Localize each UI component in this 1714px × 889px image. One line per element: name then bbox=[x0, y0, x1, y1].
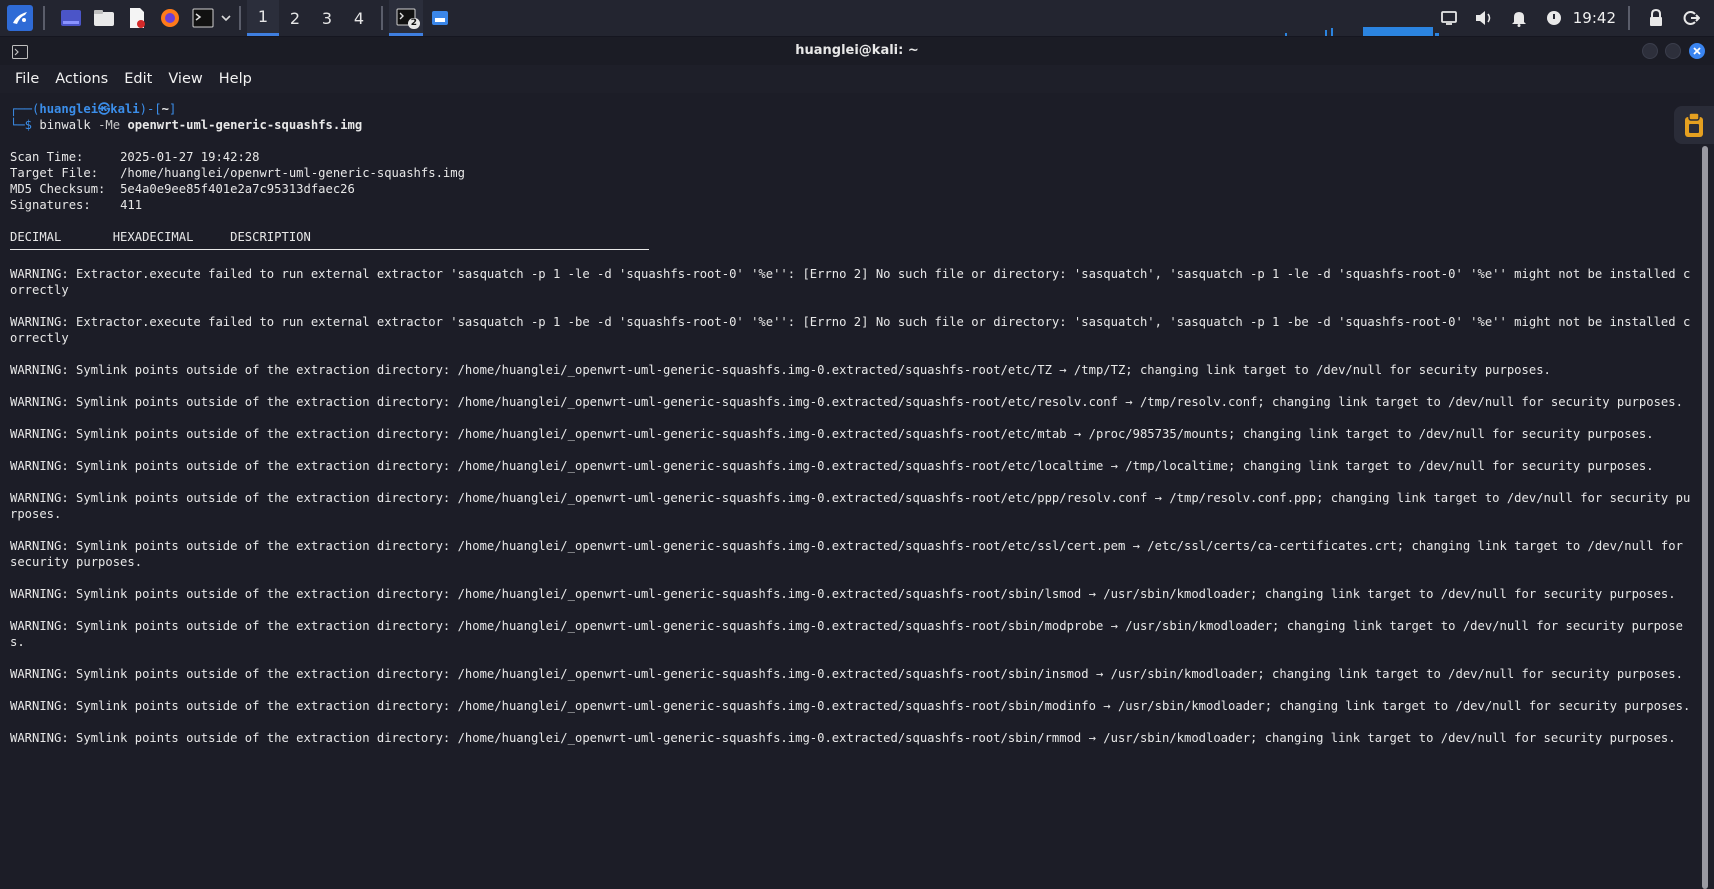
prompt-dollar: └─$ bbox=[10, 118, 33, 132]
taskbar-terminal-button[interactable]: 2 bbox=[389, 0, 423, 36]
menu-file[interactable]: File bbox=[7, 71, 47, 87]
warning-line: WARNING: Symlink points outside of the e… bbox=[10, 459, 1654, 473]
command-line: └─$ binwalk -Me openwrt-uml-generic-squa… bbox=[10, 117, 1690, 133]
prompt-bracket-close: ] bbox=[168, 102, 177, 116]
workspace-4[interactable]: 4 bbox=[343, 0, 375, 36]
window-count-badge: 2 bbox=[407, 18, 420, 29]
prompt-separator: )-[ bbox=[139, 102, 162, 116]
warning-line: WARNING: Symlink points outside of the e… bbox=[10, 395, 1683, 409]
header-divider bbox=[10, 249, 649, 250]
warning-line: WARNING: Extractor.execute failed to run… bbox=[10, 315, 1691, 345]
command-flags: -Me bbox=[98, 118, 121, 132]
info-row: Signatures: 411 bbox=[10, 197, 1690, 213]
info-label: Signatures: bbox=[10, 198, 121, 212]
info-label: Scan Time: bbox=[10, 150, 121, 164]
chevron-down-icon[interactable] bbox=[219, 5, 233, 31]
top-panel: 1 2 3 4 2 19:42 bbox=[0, 0, 1714, 37]
menu-help[interactable]: Help bbox=[211, 71, 260, 87]
warning-line: WARNING: Symlink points outside of the e… bbox=[10, 667, 1683, 681]
prompt-user: huanglei㉿kali bbox=[39, 102, 140, 116]
network-graph-icon bbox=[1285, 27, 1439, 36]
clipboard-icon bbox=[1685, 112, 1703, 137]
prompt-box-start: ┌──( bbox=[10, 102, 40, 116]
firefox-icon[interactable] bbox=[157, 5, 183, 31]
info-label: Target File: bbox=[10, 166, 121, 180]
bell-icon[interactable] bbox=[1506, 5, 1532, 31]
window-titlebar[interactable]: huanglei@kali: ~ bbox=[0, 37, 1714, 65]
panel-separator bbox=[381, 6, 383, 30]
info-value: 5e4a0e9ee85f401e2a7c95313dfaec26 bbox=[120, 182, 355, 196]
info-value: 411 bbox=[120, 198, 143, 212]
maximize-button[interactable] bbox=[1665, 43, 1681, 59]
warning-line: WARNING: Extractor.execute failed to run… bbox=[10, 267, 1691, 297]
warning-line: WARNING: Symlink points outside of the e… bbox=[10, 363, 1551, 377]
text-editor-icon[interactable] bbox=[124, 5, 150, 31]
info-row: Scan Time: 2025-01-27 19:42:28 bbox=[10, 149, 1690, 165]
menu-actions[interactable]: Actions bbox=[47, 71, 116, 87]
panel-separator bbox=[43, 6, 45, 30]
app-window-icon bbox=[432, 11, 448, 25]
info-value: 2025-01-27 19:42:28 bbox=[120, 150, 260, 164]
power-icon[interactable] bbox=[1541, 5, 1567, 31]
info-row: Target File: /home/huanglei/openwrt-uml-… bbox=[10, 165, 1690, 181]
panel-separator bbox=[1628, 6, 1630, 30]
info-value: /home/huanglei/openwrt-uml-generic-squas… bbox=[120, 166, 465, 180]
warning-line: WARNING: Symlink points outside of the e… bbox=[10, 699, 1691, 713]
terminal-icon[interactable] bbox=[190, 5, 216, 31]
window-title: huanglei@kali: ~ bbox=[795, 43, 919, 58]
taskbar-app-button[interactable] bbox=[423, 0, 457, 36]
system-tray: 19:42 bbox=[1427, 0, 1714, 36]
info-row: MD5 Checksum: 5e4a0e9ee85f401e2a7c95313d… bbox=[10, 181, 1690, 197]
terminal-scrollbar[interactable] bbox=[1702, 146, 1708, 889]
terminal-output[interactable]: ┌──(huanglei㉿kali)-[~] └─$ binwalk -Me o… bbox=[0, 93, 1700, 889]
volume-icon[interactable] bbox=[1471, 5, 1497, 31]
close-button[interactable] bbox=[1689, 43, 1705, 59]
menu-view[interactable]: View bbox=[160, 71, 210, 87]
minimize-button[interactable] bbox=[1642, 43, 1658, 59]
info-label: MD5 Checksum: bbox=[10, 182, 121, 196]
close-icon bbox=[1693, 47, 1701, 55]
warning-line: WARNING: Symlink points outside of the e… bbox=[10, 587, 1676, 601]
warning-line: WARNING: Symlink points outside of the e… bbox=[10, 619, 1683, 649]
menu-bar: File Actions Edit View Help bbox=[0, 65, 1714, 93]
terminal-content: ┌──(huanglei㉿kali)-[~] └─$ binwalk -Me o… bbox=[10, 101, 1690, 746]
panel-clock[interactable]: 19:42 bbox=[1573, 9, 1616, 27]
workspace-2[interactable]: 2 bbox=[279, 0, 311, 36]
lock-icon[interactable] bbox=[1643, 5, 1669, 31]
warning-line: WARNING: Symlink points outside of the e… bbox=[10, 731, 1676, 745]
clipboard-widget[interactable] bbox=[1674, 106, 1714, 144]
workspace-switcher-icon[interactable] bbox=[58, 5, 84, 31]
table-header: DECIMAL HEXADECIMAL DESCRIPTION bbox=[10, 230, 311, 244]
menu-edit[interactable]: Edit bbox=[116, 71, 160, 87]
command-argument: openwrt-uml-generic-squashfs.img bbox=[127, 118, 363, 132]
logout-icon[interactable] bbox=[1678, 5, 1704, 31]
workspace-1[interactable]: 1 bbox=[247, 0, 279, 36]
prompt-line: ┌──(huanglei㉿kali)-[~] bbox=[10, 101, 1690, 117]
warning-line: WARNING: Symlink points outside of the e… bbox=[10, 427, 1654, 441]
kali-menu-icon[interactable] bbox=[7, 5, 33, 31]
warning-line: WARNING: Symlink points outside of the e… bbox=[10, 491, 1691, 521]
warning-line: WARNING: Symlink points outside of the e… bbox=[10, 539, 1691, 569]
prompt-directory: ~ bbox=[161, 102, 169, 116]
command-name: binwalk bbox=[39, 118, 91, 132]
panel-separator bbox=[239, 6, 241, 30]
file-manager-icon[interactable] bbox=[91, 5, 117, 31]
workspace-3[interactable]: 3 bbox=[311, 0, 343, 36]
